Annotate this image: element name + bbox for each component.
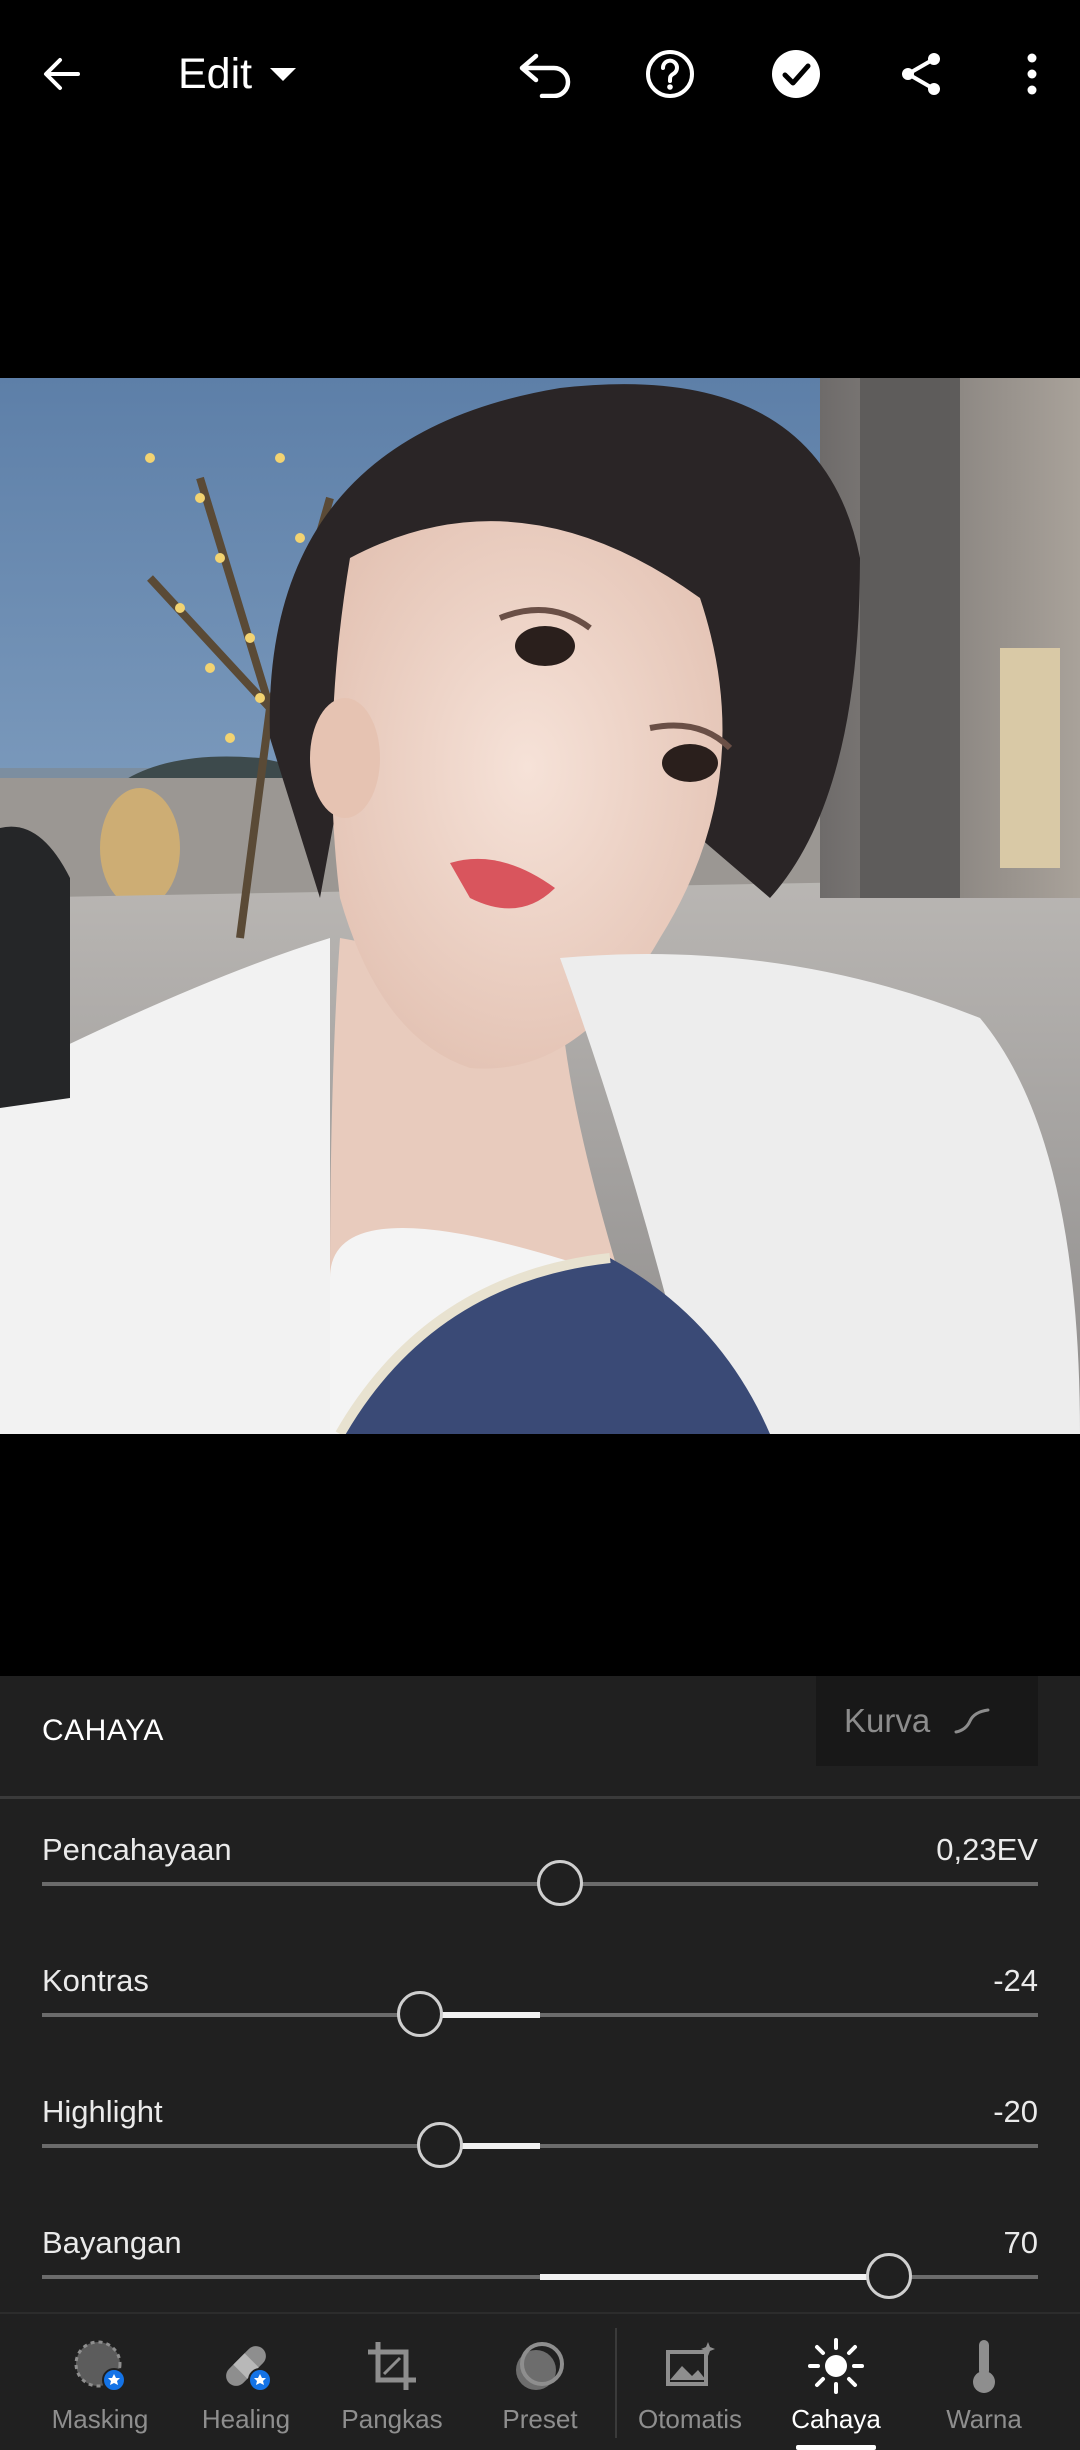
thermometer-icon [973,2340,995,2393]
slider-thumb[interactable] [417,2122,464,2168]
sun-icon [808,2338,864,2394]
slider-value: 70 [1003,2225,1038,2260]
slider-fill [540,2274,889,2280]
undo-icon [519,53,571,98]
panel-header: CAHAYA Kurva [0,1676,1080,1799]
tool-color[interactable]: Warna [910,2314,1058,2450]
slider-value: -20 [993,2094,1038,2129]
slider-exposure: Pencahayaan 0,23EV [42,1832,1038,1952]
preset-icon [516,2342,564,2390]
slider-contrast: Kontras -24 [42,1963,1038,2083]
tool-label: Cahaya [791,2404,881,2434]
tool-label: Healing [201,2404,291,2434]
slider-track[interactable] [42,2013,1038,2017]
curve-icon [954,1708,990,1734]
portrait-photo [0,378,1080,1434]
help-icon [646,50,694,98]
tool-auto[interactable]: Otomatis [616,2314,764,2450]
tool-crop[interactable]: Pangkas [318,2314,466,2450]
back-arrow-icon [44,58,80,90]
slider-thumb[interactable] [536,1860,583,1906]
edit-mode-dropdown[interactable]: Edit [178,44,297,104]
help-button[interactable] [632,36,708,112]
auto-image-icon [666,2342,715,2386]
bottom-toolbar: Masking Healing Pangkas Preset Otomatis … [0,2312,1080,2450]
light-adjustment-panel: CAHAYA Kurva Pencahayaan 0,23EV Kontras … [0,1676,1080,2312]
done-check-icon [772,50,820,98]
tool-masking[interactable]: Masking [26,2314,174,2450]
done-button[interactable] [758,36,834,112]
slider-label: Highlight [42,2094,163,2129]
top-app-bar: Edit [0,0,1080,150]
tool-label: Warna [946,2404,1022,2434]
share-icon [902,53,940,95]
healing-bandage-icon [226,2346,272,2392]
slider-thumb[interactable] [397,1991,444,2037]
edit-title-label: Edit [178,49,253,98]
tool-label: Preset [502,2404,578,2434]
curve-button[interactable]: Kurva [816,1676,1038,1766]
back-button[interactable] [24,36,100,112]
caret-down-icon [270,67,297,81]
curve-label: Kurva [844,1702,931,1739]
crop-icon [368,2342,416,2390]
tool-healing[interactable]: Healing [172,2314,320,2450]
more-vert-icon [1027,53,1037,95]
slider-track[interactable] [42,2144,1038,2148]
slider-highlight: Highlight -20 [42,2094,1038,2214]
masking-icon [74,2340,126,2392]
more-options-button[interactable] [994,36,1070,112]
panel-title: CAHAYA [42,1714,164,1747]
tool-label: Pangkas [341,2404,443,2434]
tool-preset[interactable]: Preset [466,2314,614,2450]
photo-canvas[interactable] [0,378,1080,1434]
slider-label: Pencahayaan [42,1832,232,1867]
slider-thumb[interactable] [865,2253,912,2299]
slider-value: -24 [993,1963,1038,1998]
share-button[interactable] [884,36,960,112]
slider-value: 0,23EV [936,1832,1038,1867]
tool-light[interactable]: Cahaya [762,2314,910,2450]
tool-label: Otomatis [637,2404,743,2434]
slider-label: Bayangan [42,2225,182,2260]
tool-label: Masking [51,2404,149,2434]
undo-button[interactable] [508,36,584,112]
slider-label: Kontras [42,1963,149,1998]
